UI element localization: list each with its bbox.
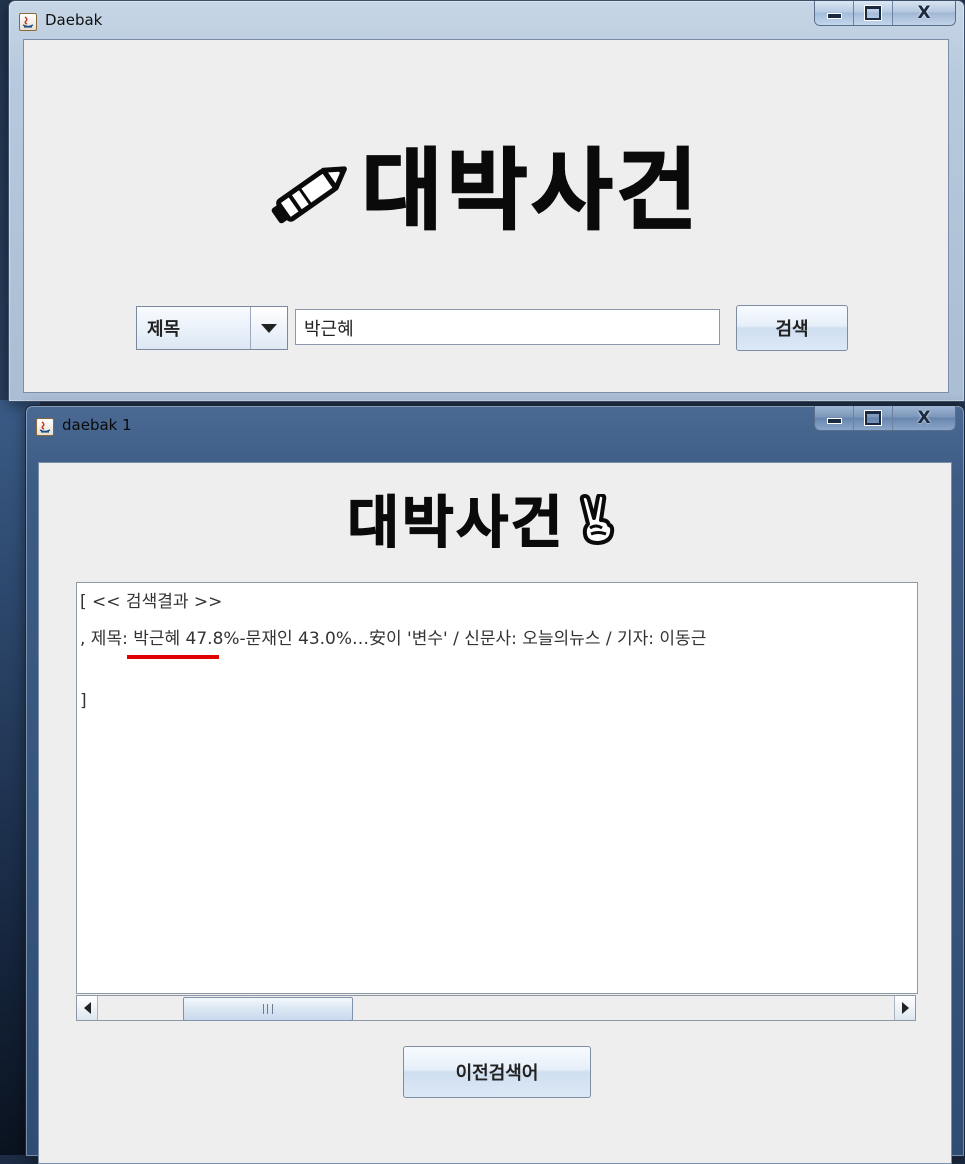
- search-button[interactable]: 검색: [736, 305, 848, 351]
- heading-text: 대박사건: [347, 490, 566, 557]
- maximize-button[interactable]: [854, 406, 893, 430]
- minimize-button[interactable]: [815, 406, 854, 430]
- titlebar[interactable]: Daebak X: [9, 1, 964, 39]
- close-button[interactable]: X: [893, 406, 955, 430]
- close-button[interactable]: X: [893, 1, 955, 25]
- result-line-header: [ << 검색결과 >>: [80, 592, 223, 612]
- scroll-left-button[interactable]: [77, 996, 98, 1020]
- arrow-right-icon: [901, 1002, 909, 1014]
- scroll-right-button[interactable]: [894, 996, 915, 1020]
- chevron-down-icon: [261, 323, 277, 333]
- maximize-icon: [864, 5, 882, 21]
- horizontal-scrollbar[interactable]: [76, 995, 916, 1021]
- app-heading: 대박사건: [0, 120, 965, 249]
- maximize-icon: [864, 410, 882, 426]
- result-line-footer: ]: [80, 691, 87, 711]
- scrollbar-thumb[interactable]: [183, 997, 353, 1021]
- combo-dropdown-button[interactable]: [251, 307, 287, 349]
- titlebar[interactable]: daebak 1 X: [26, 406, 964, 444]
- close-icon: X: [917, 408, 931, 428]
- java-app-icon: [36, 418, 54, 436]
- close-icon: X: [917, 3, 931, 23]
- window-controls: X: [814, 1, 956, 26]
- search-input[interactable]: 박근혜: [295, 309, 720, 345]
- window-title: daebak 1: [62, 416, 132, 434]
- combo-selected-value: 제목: [137, 307, 251, 349]
- window-title: Daebak: [45, 11, 103, 29]
- previous-search-button[interactable]: 이전검색어: [403, 1046, 591, 1098]
- java-app-icon: [19, 13, 37, 31]
- minimize-icon: [826, 418, 842, 424]
- highlight-underline: [127, 655, 219, 659]
- grip-icon: [263, 1004, 273, 1014]
- search-result-textarea[interactable]: [ << 검색결과 >> , 제목: 박근혜 47.8%-문재인 43.0%…安…: [76, 582, 918, 994]
- victory-hand-icon: [576, 492, 618, 560]
- search-field-combo[interactable]: 제목: [136, 306, 288, 350]
- maximize-button[interactable]: [854, 1, 893, 25]
- minimize-icon: [826, 13, 842, 19]
- minimize-button[interactable]: [815, 1, 854, 25]
- pencil-icon: [264, 146, 356, 249]
- window-controls: X: [814, 406, 956, 431]
- heading-text: 대박사건: [361, 138, 702, 243]
- result-line-article: , 제목: 박근혜 47.8%-문재인 43.0%…安이 '변수' / 신문사:…: [80, 629, 707, 649]
- arrow-left-icon: [83, 1002, 91, 1014]
- app-heading: 대박사건: [0, 478, 965, 560]
